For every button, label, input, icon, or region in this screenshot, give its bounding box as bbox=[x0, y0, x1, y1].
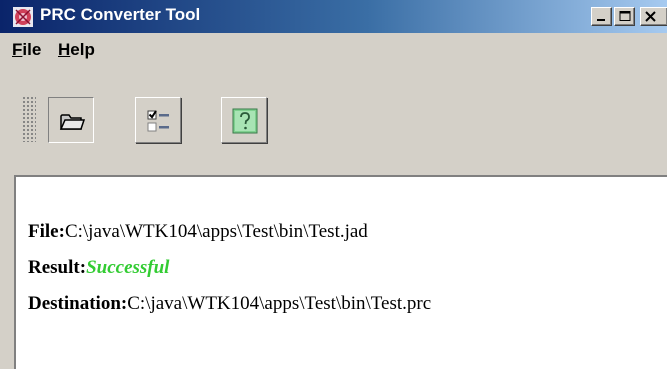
checklist-icon bbox=[147, 110, 169, 132]
result-value: Successful bbox=[86, 257, 170, 278]
destination-value: C:\java\WTK104\apps\Test\bin\Test.prc bbox=[127, 293, 432, 314]
destination-line: Destination:C:\java\WTK104\apps\Test\bin… bbox=[28, 293, 431, 315]
menu-help[interactable]: Help bbox=[58, 40, 95, 60]
menu-help-mnemonic: H bbox=[58, 40, 71, 59]
menu-file[interactable]: File bbox=[12, 40, 41, 60]
title-bar[interactable]: PRC Converter Tool bbox=[0, 0, 667, 33]
minimize-button[interactable] bbox=[591, 7, 612, 26]
close-button[interactable] bbox=[640, 7, 667, 26]
result-label: Result: bbox=[28, 257, 87, 278]
folder-open-icon bbox=[59, 114, 86, 130]
toolbar bbox=[0, 65, 667, 175]
app-window: PRC Converter Tool File Help File:C:\jav… bbox=[0, 0, 667, 369]
file-line: File:C:\java\WTK104\apps\Test\bin\Test.j… bbox=[28, 221, 368, 243]
toolbar-grip[interactable] bbox=[22, 96, 36, 142]
menu-bar: File Help bbox=[0, 33, 667, 65]
maximize-icon bbox=[619, 11, 631, 21]
file-label: File: bbox=[28, 221, 65, 242]
help-button[interactable] bbox=[221, 97, 267, 143]
close-icon bbox=[645, 11, 656, 22]
file-value: C:\java\WTK104\apps\Test\bin\Test.jad bbox=[64, 221, 368, 242]
maximize-button[interactable] bbox=[614, 7, 635, 26]
result-line: Result:Successful bbox=[28, 257, 169, 279]
result-panel: File:C:\java\WTK104\apps\Test\bin\Test.j… bbox=[14, 175, 667, 369]
destination-label: Destination: bbox=[28, 293, 128, 314]
question-mark-icon bbox=[232, 108, 258, 134]
menu-file-label: ile bbox=[22, 40, 42, 59]
window-title: PRC Converter Tool bbox=[40, 5, 201, 24]
menu-help-label: elp bbox=[70, 40, 95, 59]
open-file-button[interactable] bbox=[48, 97, 94, 143]
menu-file-mnemonic: F bbox=[12, 40, 23, 59]
app-icon[interactable] bbox=[12, 6, 34, 28]
minimize-icon bbox=[597, 19, 605, 21]
options-button[interactable] bbox=[135, 97, 181, 143]
